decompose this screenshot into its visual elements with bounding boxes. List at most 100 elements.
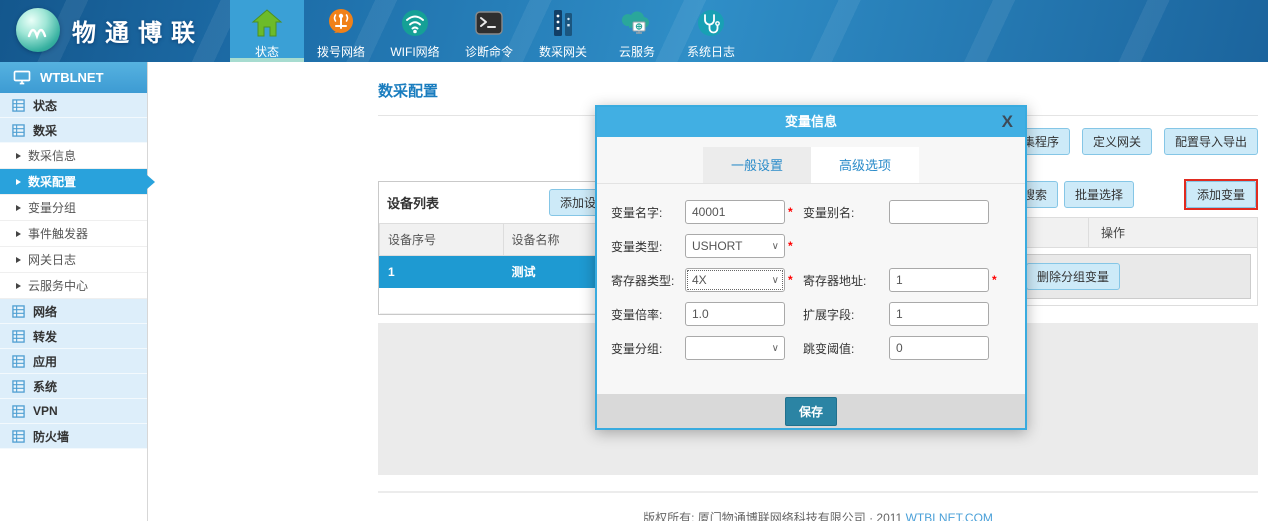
variable-alias-label: 变量别名: xyxy=(803,204,889,221)
sidebar-item-label: 应用 xyxy=(33,353,57,370)
sidebar-item-vpn[interactable]: VPN xyxy=(0,399,147,424)
stethoscope-icon xyxy=(694,5,728,41)
sidebar-subitem-data-collect-config[interactable]: 数采配置 xyxy=(0,169,147,195)
sidebar-item-status[interactable]: 状态 xyxy=(0,93,147,118)
register-type-field-wrap: 4X ∨ * xyxy=(685,268,803,292)
variable-group-label: 变量分组: xyxy=(611,340,685,357)
tab-general-settings[interactable]: 一般设置 xyxy=(703,147,811,183)
triangle-bullet-icon xyxy=(16,153,21,159)
extend-field-label: 扩展字段: xyxy=(803,306,889,323)
nav-label: 系统日志 xyxy=(687,45,735,59)
wifi-icon xyxy=(398,5,432,41)
divider xyxy=(378,491,1258,493)
sidebar-item-label: 数采 xyxy=(33,122,57,139)
device-list-panel: 设备列表 添加设备 设备序号 设备名称 1 测试 xyxy=(378,181,628,315)
highlight-red-box: 添加变量 xyxy=(1184,179,1258,210)
required-asterisk: * xyxy=(992,273,997,287)
variable-ratio-field-wrap xyxy=(685,302,803,326)
variable-type-label: 变量类型: xyxy=(611,238,685,255)
sidebar-subitem-gateway-log[interactable]: 网关日志 xyxy=(0,247,147,273)
jump-threshold-input[interactable] xyxy=(889,336,989,360)
sidebar-subitem-label: 数采信息 xyxy=(28,147,76,164)
sidebar-item-system[interactable]: 系统 xyxy=(0,374,147,399)
sidebar-subitem-label: 数采配置 xyxy=(28,173,76,190)
sidebar-item-label: 防火墙 xyxy=(33,428,69,445)
sidebar-item-network[interactable]: 网络 xyxy=(0,299,147,324)
device-table-row[interactable]: 1 测试 xyxy=(380,256,627,288)
grid-icon xyxy=(12,99,25,112)
nav-item-dialup-network[interactable]: 拨号网络 xyxy=(304,0,378,62)
sidebar-item-firewall[interactable]: 防火墙 xyxy=(0,424,147,449)
variable-ratio-label: 变量倍率: xyxy=(611,306,685,323)
define-gateway-button[interactable]: 定义网关 xyxy=(1082,128,1152,155)
sidebar-subitem-data-collect-info[interactable]: 数采信息 xyxy=(0,143,147,169)
grid-icon xyxy=(12,330,25,343)
sidebar-subitem-cloud-center[interactable]: 云服务中心 xyxy=(0,273,147,299)
sidebar-subitem-variable-group[interactable]: 变量分组 xyxy=(0,195,147,221)
sidebar-subitem-event-trigger[interactable]: 事件触发器 xyxy=(0,221,147,247)
triangle-bullet-icon xyxy=(16,231,21,237)
dialog-form: 变量名字: * 变量别名: 变量类型: USHORT ∨ * 寄存器类型: 4X… xyxy=(597,184,1025,364)
grid-icon xyxy=(12,430,25,443)
register-address-field-wrap: * xyxy=(889,268,1003,292)
variable-type-value: USHORT xyxy=(692,239,742,253)
variable-ratio-input[interactable] xyxy=(685,302,785,326)
variable-alias-input[interactable] xyxy=(889,200,989,224)
wave-mark-icon xyxy=(23,15,53,45)
grid-icon xyxy=(12,405,25,418)
sidebar: WTBLNET 状态 数采 数采信息 数采配置 变量分组 事件触发器 网关日志 … xyxy=(0,62,148,521)
config-import-export-button[interactable]: 配置导入导出 xyxy=(1164,128,1258,155)
chevron-down-icon: ∨ xyxy=(772,275,779,286)
register-type-select[interactable]: 4X ∨ xyxy=(685,268,785,292)
nav-label: 云服务 xyxy=(619,45,655,59)
copyright-text: 版权所有: 厦门物通博联网络科技有限公司 xyxy=(643,511,866,521)
brand-logo: 物通博联 xyxy=(16,8,204,52)
extend-field-input[interactable] xyxy=(889,302,989,326)
device-no-cell: 1 xyxy=(380,256,504,288)
nav-label: 状态 xyxy=(255,45,279,59)
jump-threshold-field-wrap xyxy=(889,336,1003,360)
variable-group-field-wrap: ∨ xyxy=(685,336,803,360)
batch-select-button[interactable]: 批量选择 xyxy=(1064,181,1134,208)
nav-item-diagnostic-command[interactable]: 诊断命令 xyxy=(452,0,526,62)
nav-label: 数采网关 xyxy=(539,45,587,59)
page-title: 数采配置 xyxy=(378,80,1258,101)
variable-name-label: 变量名字: xyxy=(611,204,685,221)
sidebar-item-label: 系统 xyxy=(33,378,57,395)
required-asterisk: * xyxy=(788,205,793,219)
wtblnet-link[interactable]: WTBLNET.COM xyxy=(906,511,993,521)
required-asterisk: * xyxy=(788,239,793,253)
sidebar-item-forward[interactable]: 转发 xyxy=(0,324,147,349)
nav-item-data-gateway[interactable]: 数采网关 xyxy=(526,0,600,62)
variable-type-select[interactable]: USHORT ∨ xyxy=(685,234,785,258)
antenna-icon xyxy=(324,5,358,41)
register-address-input[interactable] xyxy=(889,268,989,292)
nav-item-status[interactable]: 状态 xyxy=(230,0,304,62)
register-type-value: 4X xyxy=(692,273,707,287)
sidebar-subitem-label: 事件触发器 xyxy=(28,225,88,242)
server-icon xyxy=(546,5,580,41)
required-asterisk: * xyxy=(788,273,793,287)
tab-advanced-options[interactable]: 高级选项 xyxy=(811,147,919,183)
sidebar-item-data-collect[interactable]: 数采 xyxy=(0,118,147,143)
nav-item-wifi-network[interactable]: WIFI网络 xyxy=(378,0,452,62)
variable-group-select[interactable]: ∨ xyxy=(685,336,785,360)
nav-item-system-log[interactable]: 系统日志 xyxy=(674,0,748,62)
nav-label: 诊断命令 xyxy=(465,45,513,59)
sidebar-item-label: 网络 xyxy=(33,303,57,320)
cloud-icon xyxy=(620,5,654,41)
delete-group-variable-button[interactable]: 删除分组变量 xyxy=(1026,263,1120,290)
nav-item-cloud-service[interactable]: 云服务 xyxy=(600,0,674,62)
dialog-title: 变量信息 xyxy=(785,114,837,129)
chevron-down-icon: ∨ xyxy=(772,241,779,252)
save-button[interactable]: 保存 xyxy=(785,397,837,426)
grid-icon xyxy=(12,124,25,137)
footer: 版权所有: 厦门物通博联网络科技有限公司 · 2011 WTBLNET.COM xyxy=(378,509,1258,521)
variable-name-input[interactable] xyxy=(685,200,785,224)
grid-icon xyxy=(12,355,25,368)
close-icon[interactable]: X xyxy=(1002,107,1013,137)
add-variable-button[interactable]: 添加变量 xyxy=(1186,181,1256,208)
sidebar-item-application[interactable]: 应用 xyxy=(0,349,147,374)
chevron-down-icon: ∨ xyxy=(772,343,779,354)
dialog-body-spacer xyxy=(597,364,1025,394)
